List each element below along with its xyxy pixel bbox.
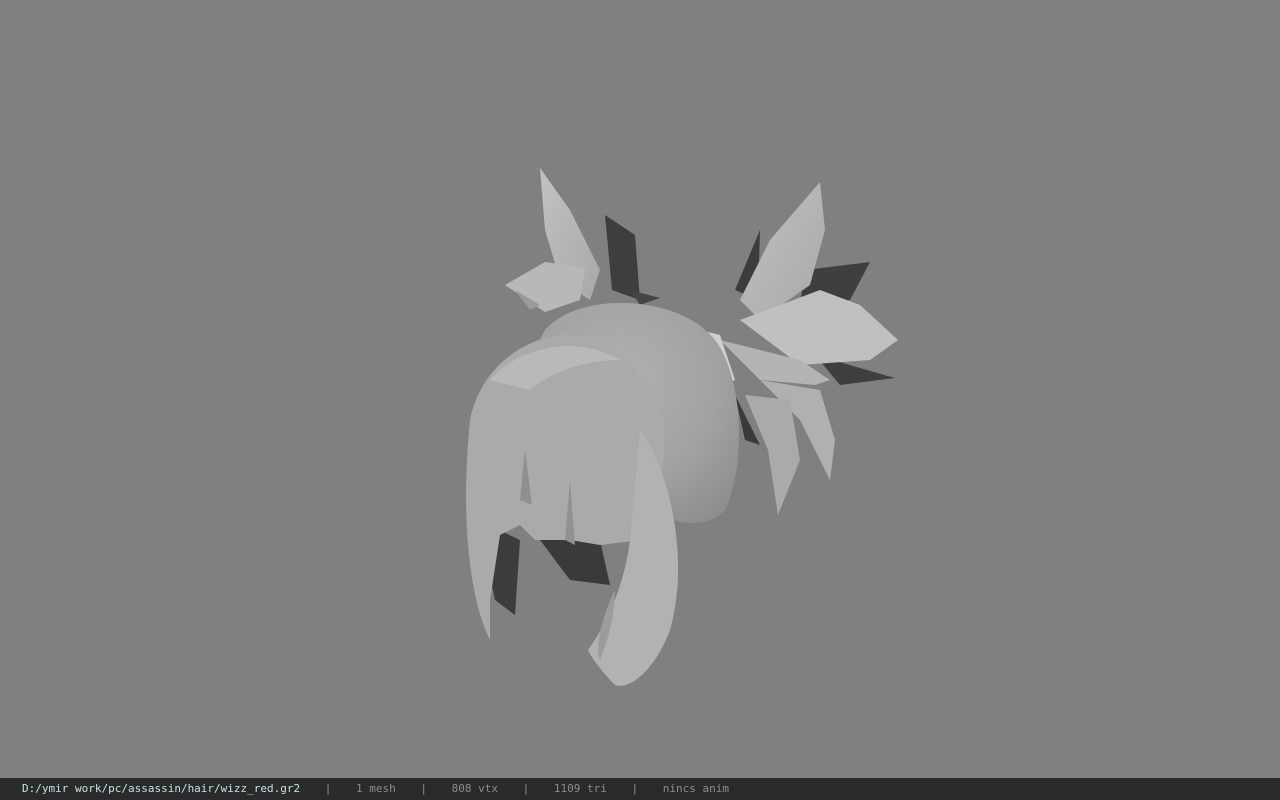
status-bar: D:/ymir work/pc/assassin/hair/wizz_red.g… [0,778,1280,800]
separator: | [522,782,530,795]
vertex-count: 808 vtx [451,782,499,795]
separator: | [420,782,428,795]
file-path: D:/ymir work/pc/assassin/hair/wizz_red.g… [22,782,301,795]
hair-model-icon [466,168,898,686]
mesh-count: 1 mesh [356,782,396,795]
separator: | [631,782,639,795]
animation-status: nincs anim [662,782,729,795]
separator: | [324,782,332,795]
triangle-count: 1109 tri [553,782,607,795]
3d-viewport[interactable] [0,0,1280,778]
